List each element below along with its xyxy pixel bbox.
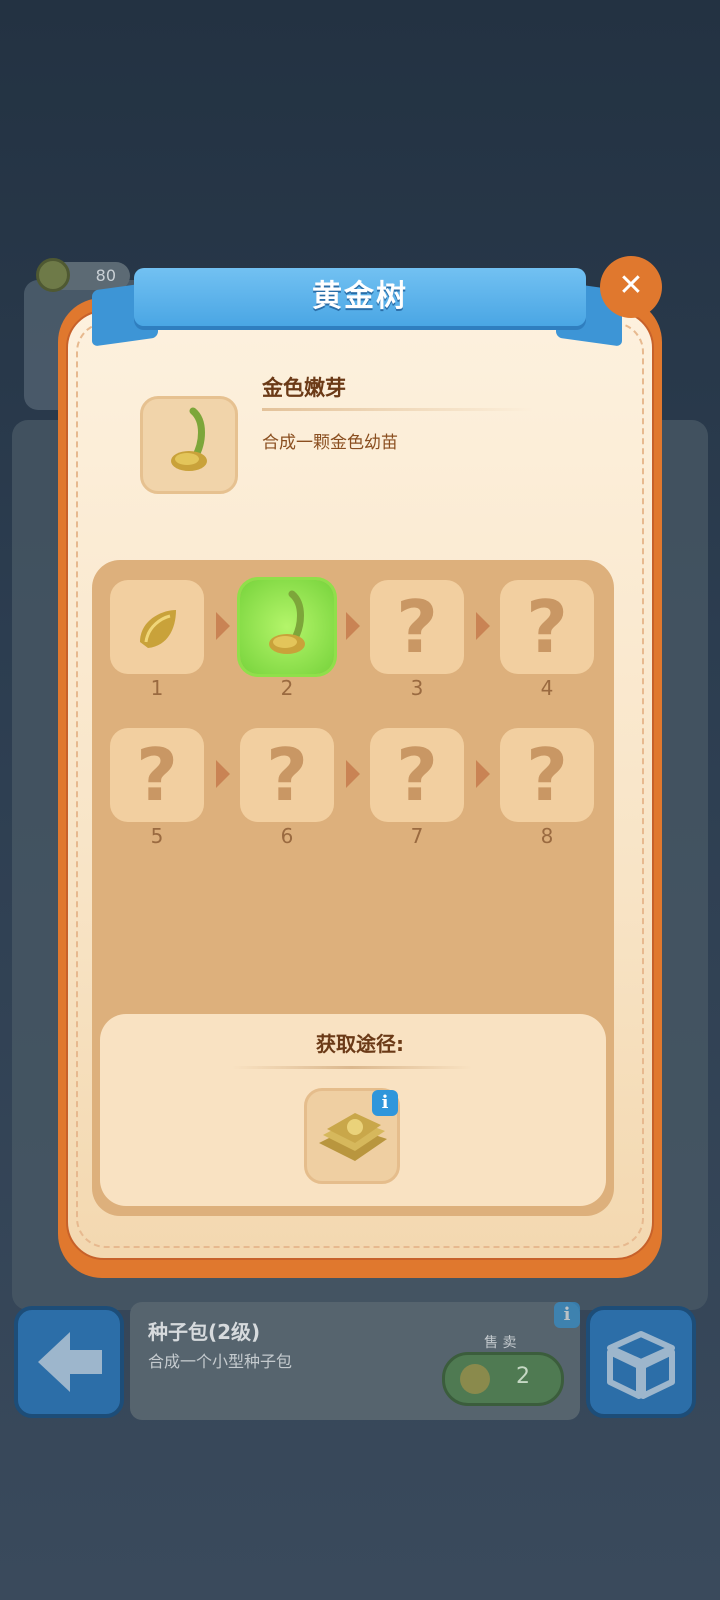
- question-mark-icon: ?: [526, 585, 568, 669]
- golden-sprout-icon: [171, 407, 207, 471]
- chain-slot-number: 6: [280, 824, 294, 848]
- item-preview: [140, 396, 238, 494]
- chain-arrow-icon: [216, 760, 230, 788]
- sell-label: 售 卖: [484, 1335, 517, 1351]
- dialog-title: 黄金树: [312, 279, 408, 314]
- chain-slot-number: 1: [150, 676, 164, 700]
- chain-slot-8-locked[interactable]: ?: [500, 728, 594, 822]
- chain-slot-number: 5: [150, 824, 164, 848]
- coin-icon: [460, 1364, 490, 1394]
- item-name: 金色嫩芽: [262, 376, 346, 400]
- golden-seed-icon: [140, 610, 176, 648]
- chain-slot-1[interactable]: [110, 580, 204, 674]
- selected-item-title: 种子包(2级): [148, 1320, 261, 1344]
- title-ribbon: 黄金树: [134, 268, 586, 326]
- chain-slot-number: 3: [410, 676, 424, 700]
- close-button[interactable]: ✕: [600, 256, 662, 318]
- question-mark-icon: ?: [136, 733, 178, 817]
- chain-slot-4-locked[interactable]: ?: [500, 580, 594, 674]
- divider: [262, 408, 532, 411]
- sell-price: 2: [516, 1364, 530, 1389]
- chain-arrow-icon: [346, 760, 360, 788]
- chain-arrow-icon: [476, 760, 490, 788]
- chain-slot-number: 4: [540, 676, 554, 700]
- storage-box-button[interactable]: [586, 1306, 696, 1418]
- question-mark-icon: ?: [396, 585, 438, 669]
- chain-slot-5-locked[interactable]: ?: [110, 728, 204, 822]
- back-button[interactable]: [14, 1306, 124, 1418]
- box-icon: [607, 1331, 675, 1399]
- source-title: 获取途径:: [316, 1032, 404, 1056]
- chain-slot-number: 8: [540, 824, 554, 848]
- info-icon[interactable]: i: [554, 1302, 580, 1328]
- chain-slot-number: 7: [410, 824, 424, 848]
- chain-arrow-icon: [476, 612, 490, 640]
- chain-slot-7-locked[interactable]: ?: [370, 728, 464, 822]
- close-icon: ✕: [618, 268, 644, 303]
- chain-slot-number: 2: [280, 676, 294, 700]
- question-mark-icon: ?: [396, 733, 438, 817]
- selected-item-description: 合成一个小型种子包: [148, 1352, 293, 1371]
- question-mark-icon: ?: [526, 733, 568, 817]
- arrow-left-icon: [38, 1332, 102, 1392]
- chain-arrow-icon: [216, 612, 230, 640]
- chain-slot-6-locked[interactable]: ?: [240, 728, 334, 822]
- chain-slot-2-current[interactable]: [240, 580, 334, 674]
- divider: [232, 1066, 472, 1069]
- coin-icon: [36, 258, 70, 292]
- info-icon[interactable]: i: [372, 1090, 398, 1116]
- question-mark-icon: ?: [266, 733, 308, 817]
- item-description: 合成一颗金色幼苗: [262, 433, 398, 453]
- chain-arrow-icon: [346, 612, 360, 640]
- chain-slot-3-locked[interactable]: ?: [370, 580, 464, 674]
- golden-sprout-icon: [269, 590, 305, 654]
